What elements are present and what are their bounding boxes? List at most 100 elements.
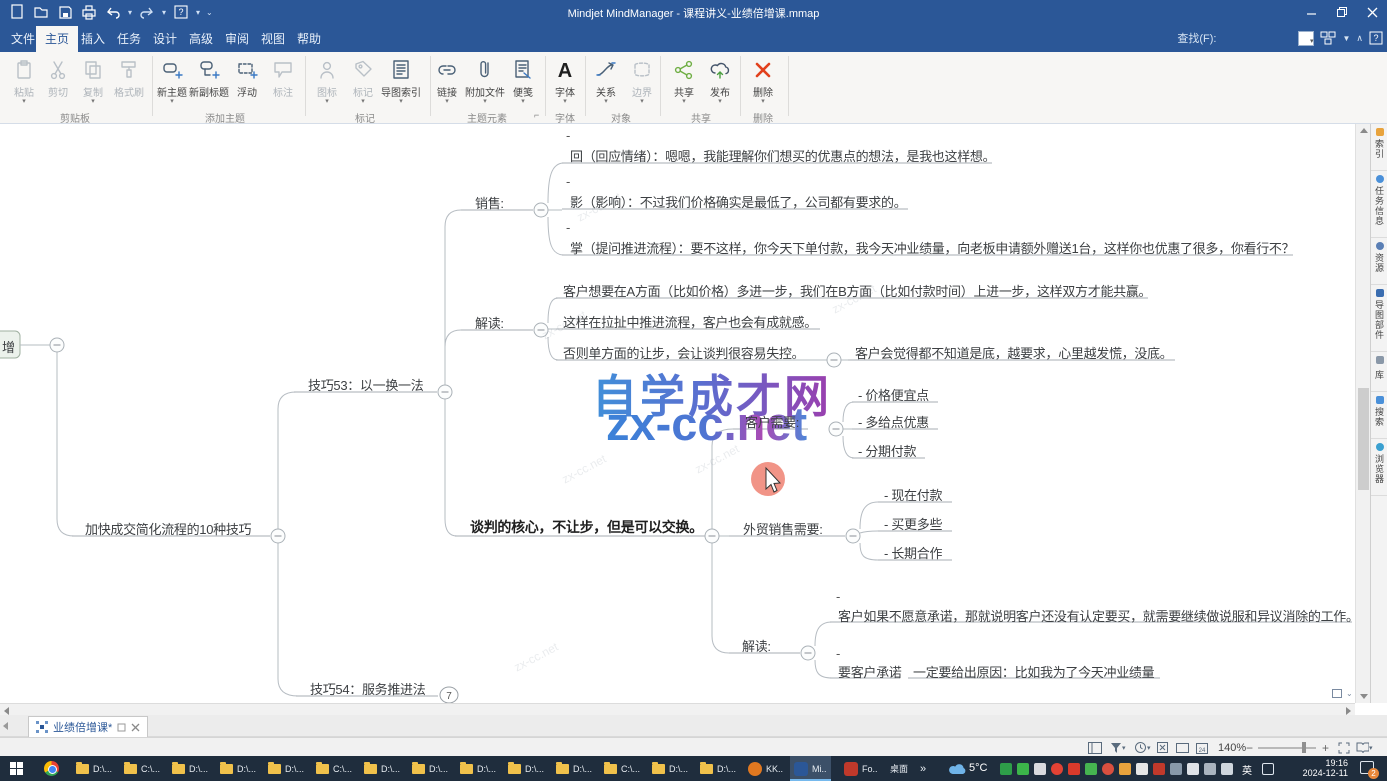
taskbar-folder[interactable]: D:\... [72, 756, 116, 781]
scroll-up-icon[interactable] [1360, 128, 1368, 133]
taskbar-clock[interactable]: 19:16 2024-12-11 [1296, 758, 1348, 778]
tab-help[interactable]: 帮助 [288, 26, 330, 52]
side-tab-search[interactable]: 搜索 [1371, 392, 1387, 439]
tray-icon[interactable] [1170, 763, 1182, 775]
delete-button[interactable]: 删除▾ [744, 58, 782, 105]
taskbar-folder[interactable]: C:\... [312, 756, 356, 781]
format-painter-button[interactable]: 格式刷 [110, 58, 148, 99]
topic-sales-child-2[interactable]: 影（影响）：不过我们价格确实是最低了，公司都有要求的。 [570, 192, 906, 211]
zoom-slider[interactable] [1258, 747, 1316, 749]
restore-button[interactable] [1327, 0, 1357, 24]
page-preview-icon[interactable] [1332, 689, 1342, 698]
calendar-icon[interactable]: 24 [1196, 740, 1208, 755]
taskbar-folder[interactable]: C:\... [120, 756, 164, 781]
side-tab-task-info[interactable]: 任务信息 [1371, 171, 1387, 238]
scroll-right-icon[interactable] [1346, 707, 1351, 715]
minimize-button[interactable] [1297, 0, 1327, 24]
topic-waimao-child-3[interactable]: - 长期合作 [884, 543, 942, 562]
taskbar-folder[interactable]: D:\... [264, 756, 308, 781]
floating-topic-button[interactable]: 浮动 [228, 58, 266, 99]
taskbar-folder[interactable]: D:\... [360, 756, 404, 781]
topic-waimao-child-2[interactable]: - 买更多些 [884, 514, 942, 533]
taskbar-folder[interactable]: D:\... [216, 756, 260, 781]
taskbar-folder[interactable]: D:\... [648, 756, 692, 781]
topic-waimao-child-1[interactable]: - 现在付款 [884, 485, 942, 504]
tray-icon[interactable] [1119, 763, 1131, 775]
topic-jiedu1-child-3[interactable]: 否则单方面的让步，会让谈判很容易失控。 [563, 343, 804, 362]
map-index-button[interactable]: 导图索引▾ [378, 58, 424, 105]
topic-jiedu1-child-1[interactable]: 客户想要在A方面（比如价格）多进一步，我们在B方面（比如付款时间）上进一步，这样… [563, 281, 1151, 300]
boundary-button[interactable]: 边界▾ [623, 58, 661, 105]
side-tab-library[interactable]: 库 [1371, 352, 1387, 392]
publish-button[interactable]: 发布▾ [701, 58, 739, 105]
tray-icon[interactable] [1085, 763, 1097, 775]
new-topic-button[interactable]: 新主题▾ [153, 58, 191, 105]
notes-button[interactable]: 便笺▾ [504, 58, 542, 105]
topic-main-branch[interactable]: 加快成交简化流程的10种技巧 [85, 519, 251, 538]
tray-icon[interactable] [1051, 763, 1063, 775]
topic-t53[interactable]: 技巧53：以一换一法 [308, 375, 423, 394]
layout-picker-icon[interactable] [1320, 31, 1336, 45]
link-button[interactable]: 链接▾ [428, 58, 466, 105]
taskbar-app-kk[interactable]: KK.. [744, 756, 787, 781]
relationship-button[interactable]: 关系▾ [587, 58, 625, 105]
cut-button[interactable]: 剪切 [39, 58, 77, 99]
taskbar-app-mindmanager[interactable]: Mi.. [790, 756, 831, 781]
zoom-in-button[interactable]: + [1322, 740, 1329, 755]
tray-icon[interactable] [1153, 763, 1165, 775]
side-tab-browser[interactable]: 浏览器 [1371, 439, 1387, 496]
corner-caret-icon[interactable]: ⌄ [1346, 689, 1353, 698]
document-tab-active[interactable]: 业绩倍增课* [28, 716, 148, 737]
topic-dash[interactable]: - [566, 174, 570, 189]
tab-close-icon[interactable] [131, 723, 140, 732]
tray-icon[interactable] [1000, 763, 1012, 775]
collapse-ribbon-icon[interactable]: ∧ [1356, 33, 1363, 44]
taskbar-app-fo[interactable]: Fo.. [840, 756, 882, 781]
topic-dash[interactable]: - [836, 646, 840, 661]
language-indicator[interactable]: 英 [1242, 762, 1252, 777]
presentation-icon[interactable] [1176, 740, 1189, 755]
topic-jiedu1-child-2[interactable]: 这样在拉扯中推进流程，客户也会有成就感。 [563, 312, 817, 331]
topic-sales-child-3[interactable]: 掌（提问推进流程）：要不这样，你今天下单付款，我今天冲业绩量，向老板申请额外赠送… [570, 238, 1294, 257]
vertical-scroll-thumb[interactable] [1358, 388, 1369, 490]
topic-jiedu2-child-1[interactable]: 客户如果不愿意承诺，那就说明客户还没有认定要买，就需要继续做说服和异议消除的工作… [838, 606, 1355, 625]
copy-button[interactable]: 复制▾ [74, 58, 112, 105]
scroll-left-icon[interactable] [4, 707, 9, 715]
tab-pin-icon[interactable] [117, 723, 126, 732]
tray-icon[interactable] [1221, 763, 1233, 775]
topic-kehu-child-1[interactable]: - 价格便宜点 [858, 385, 929, 404]
taskbar-overflow-chevron[interactable]: » [916, 756, 930, 781]
topic-waimao[interactable]: 外贸销售需要: [743, 519, 823, 538]
icons-button[interactable]: 图标▾ [308, 58, 346, 105]
topic-root[interactable]: 增 [2, 337, 15, 356]
subtopic-count-badge[interactable]: 7 [440, 687, 458, 703]
fit-map-icon[interactable] [1338, 740, 1350, 755]
map-canvas[interactable]: 7 自学成才网 zx-cc.net zx-cc.net zx-cc.net zx… [0, 124, 1355, 703]
side-tab-resources[interactable]: 资源 [1371, 238, 1387, 285]
topic-jiedu2-grandchild[interactable]: 一定要给出原因：比如我为了今天冲业绩量 [913, 662, 1154, 681]
taskbar-folder[interactable]: D:\... [408, 756, 452, 781]
tray-icon[interactable] [1017, 763, 1029, 775]
taskbar-folder[interactable]: C:\... [600, 756, 644, 781]
vertical-scrollbar[interactable] [1355, 124, 1370, 703]
taskbar-folder[interactable]: D:\... [456, 756, 500, 781]
book-view-icon[interactable]: ▾ [1356, 740, 1373, 755]
zoom-out-button[interactable]: − [1246, 740, 1253, 755]
weather-cloud-icon[interactable] [948, 762, 966, 776]
topic-kehu-child-3[interactable]: - 分期付款 [858, 441, 916, 460]
filter-icon[interactable]: ▾ [1110, 740, 1126, 755]
topic-dash[interactable]: - [566, 220, 570, 235]
topic-kehu-child-2[interactable]: - 多给点优惠 [858, 412, 929, 431]
callout-button[interactable]: 标注 [264, 58, 302, 99]
topic-dash[interactable]: - [566, 128, 570, 143]
side-tab-index[interactable]: 索引 [1371, 124, 1387, 171]
tray-icon[interactable] [1034, 763, 1046, 775]
weather-temp[interactable]: 5°C [969, 762, 987, 774]
share-button[interactable]: 共享▾ [665, 58, 703, 105]
topic-tanpan-core[interactable]: 谈判的核心，不让步，但是可以交换。 [470, 517, 703, 537]
find-input[interactable]: ▾ [1298, 31, 1314, 46]
taskbar-folder[interactable]: D:\... [168, 756, 212, 781]
attach-file-button[interactable]: 附加文件▾ [462, 58, 508, 105]
tab-scroll-left-icon[interactable] [3, 722, 8, 730]
topic-jiedu2[interactable]: 解读: [742, 636, 771, 655]
